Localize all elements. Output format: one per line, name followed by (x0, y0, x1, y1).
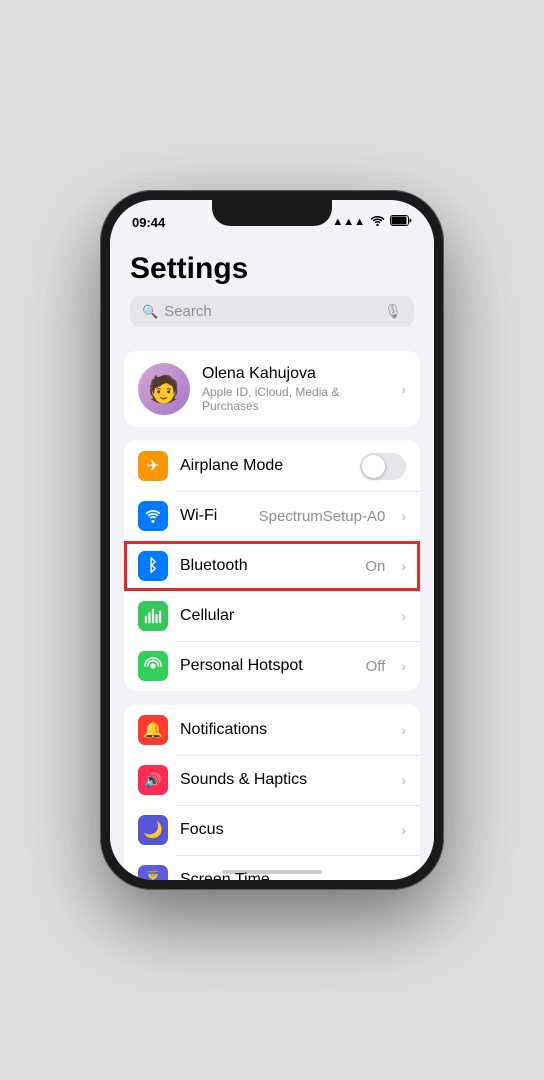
notifications-chevron: › (401, 722, 406, 738)
settings-header: Settings 🔍 Search 🎙 (110, 236, 434, 351)
hotspot-value: Off (366, 658, 386, 675)
search-bar[interactable]: 🔍 Search 🎙 (130, 296, 414, 327)
avatar: 🧑 (138, 363, 190, 415)
cellular-chevron: › (401, 608, 406, 624)
focus-icon: 🌙 (138, 815, 168, 845)
search-icon: 🔍 (142, 304, 158, 320)
user-row[interactable]: 🧑 Olena Kahujova Apple ID, iCloud, Media… (124, 351, 420, 427)
sounds-label: Sounds & Haptics (180, 771, 389, 789)
cellular-icon (138, 601, 168, 631)
user-chevron: › (401, 381, 406, 397)
home-indicator (222, 870, 322, 874)
airplane-mode-icon: ✈ (138, 451, 168, 481)
notifications-icon: 🔔 (138, 715, 168, 745)
bluetooth-value: On (365, 558, 385, 575)
hotspot-chevron: › (401, 658, 406, 674)
search-placeholder: Search (164, 303, 378, 320)
cellular-row[interactable]: Cellular › (124, 591, 420, 641)
airplane-mode-toggle[interactable] (360, 453, 406, 480)
user-info: Olena Kahujova Apple ID, iCloud, Media &… (202, 365, 389, 413)
wifi-icon-setting (138, 501, 168, 531)
screen-content[interactable]: Settings 🔍 Search 🎙 🧑 Olena Kahujova App… (110, 236, 434, 880)
hotspot-icon (138, 651, 168, 681)
wifi-icon (370, 213, 385, 231)
notifications-section: 🔔 Notifications › 🔊 Sounds & Haptics › 🌙… (124, 705, 420, 880)
airplane-mode-label: Airplane Mode (180, 457, 348, 475)
status-time: 09:44 (132, 215, 165, 230)
notch (212, 200, 332, 226)
wifi-label: Wi-Fi (180, 507, 247, 525)
notifications-row[interactable]: 🔔 Notifications › (124, 705, 420, 755)
bluetooth-chevron: › (401, 558, 406, 574)
connectivity-section: ✈ Airplane Mode (124, 441, 420, 691)
sounds-icon: 🔊 (138, 765, 168, 795)
phone-screen: 09:44 ▲▲▲ (110, 200, 434, 880)
screentime-chevron: › (401, 872, 406, 880)
sounds-chevron: › (401, 772, 406, 788)
cellular-label: Cellular (180, 607, 389, 625)
screentime-icon: ⏳ (138, 865, 168, 880)
bluetooth-icon: ᛒ (138, 551, 168, 581)
bluetooth-row[interactable]: ᛒ Bluetooth On › (124, 541, 420, 591)
airplane-mode-row[interactable]: ✈ Airplane Mode (124, 441, 420, 491)
hotspot-label: Personal Hotspot (180, 657, 354, 675)
hotspot-row[interactable]: Personal Hotspot Off › (124, 641, 420, 691)
signal-icon: ▲▲▲ (332, 216, 365, 228)
focus-row[interactable]: 🌙 Focus › (124, 805, 420, 855)
user-subtitle: Apple ID, iCloud, Media & Purchases (202, 385, 389, 413)
status-icons: ▲▲▲ (332, 213, 412, 231)
focus-chevron: › (401, 822, 406, 838)
notifications-label: Notifications (180, 721, 389, 739)
sounds-row[interactable]: 🔊 Sounds & Haptics › (124, 755, 420, 805)
page-title: Settings (130, 252, 414, 286)
user-card-section: 🧑 Olena Kahujova Apple ID, iCloud, Media… (124, 351, 420, 427)
phone-frame: 09:44 ▲▲▲ (100, 190, 444, 890)
bluetooth-label: Bluetooth (180, 557, 353, 575)
wifi-value: SpectrumSetup-A0 (259, 508, 386, 525)
user-name: Olena Kahujova (202, 365, 389, 383)
screentime-row[interactable]: ⏳ Screen Time › (124, 855, 420, 880)
mic-icon[interactable]: 🎙 (384, 303, 402, 320)
battery-icon (390, 213, 412, 231)
toggle-knob (362, 455, 385, 478)
wifi-chevron: › (401, 508, 406, 524)
focus-label: Focus (180, 821, 389, 839)
wifi-row[interactable]: Wi-Fi SpectrumSetup-A0 › (124, 491, 420, 541)
